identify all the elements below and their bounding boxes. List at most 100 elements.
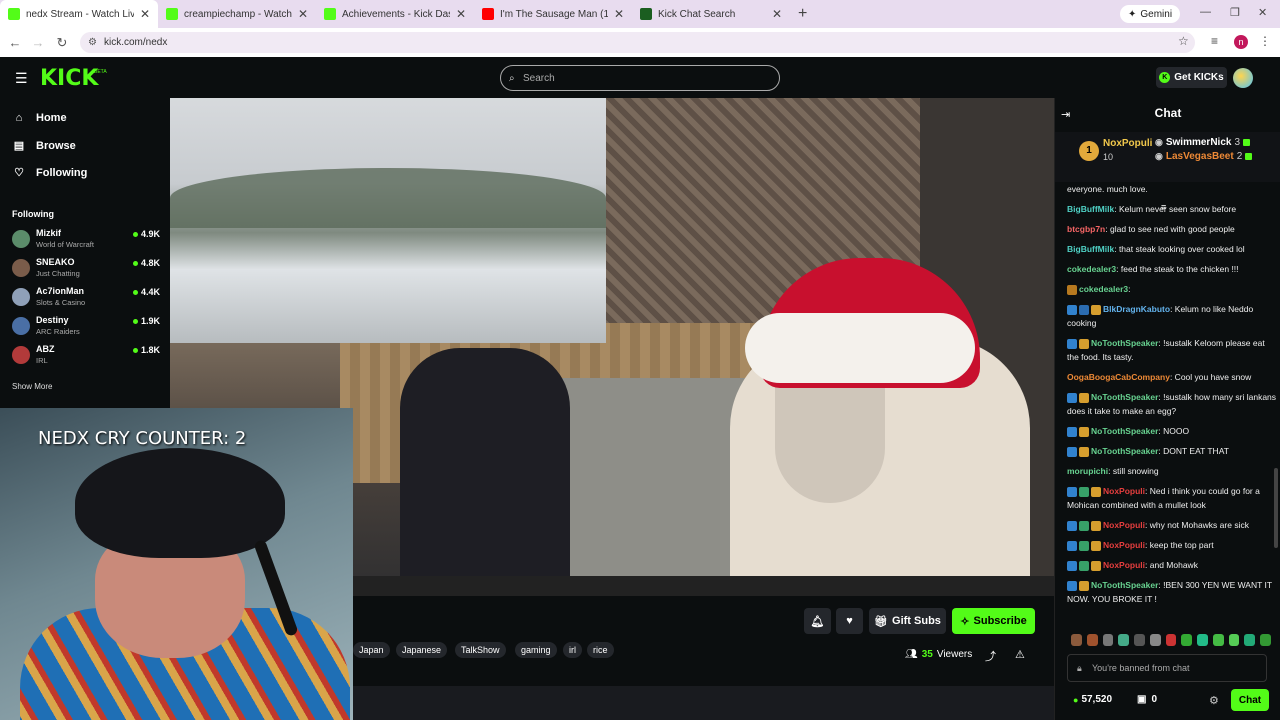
- chat-username[interactable]: NoxPopuli: [1103, 540, 1145, 550]
- chat-username[interactable]: NoToothSpeaker: [1091, 338, 1158, 348]
- close-window-icon[interactable]: ✕: [1258, 6, 1267, 19]
- chat-badge-icon[interactable]: [1079, 392, 1089, 403]
- chat-badge-icon[interactable]: [1079, 560, 1089, 571]
- leaderboard-top-name[interactable]: NoxPopuli: [1103, 138, 1152, 149]
- emote-icon[interactable]: [1197, 634, 1208, 646]
- emote-icon[interactable]: [1260, 634, 1271, 646]
- chat-username[interactable]: NoxPopuli: [1103, 560, 1145, 570]
- maximize-icon[interactable]: ❐: [1230, 6, 1240, 19]
- chat-username[interactable]: NoxPopuli: [1103, 520, 1145, 530]
- followed-channel[interactable]: ABZ IRL 1.8K: [12, 344, 160, 370]
- kick-logo[interactable]: KICK: [40, 66, 98, 91]
- site-info-icon[interactable]: ⚙: [88, 37, 97, 48]
- stream-tag[interactable]: irl: [563, 642, 582, 658]
- media-control-icon[interactable]: ≡: [1211, 34, 1218, 48]
- chat-badge-icon[interactable]: [1079, 426, 1089, 437]
- leaderboard-entry[interactable]: ◉ SwimmerNick 3: [1155, 137, 1251, 148]
- sidebar-item-home[interactable]: ⌂ Home: [12, 112, 67, 124]
- secondary-balance[interactable]: ▣ 0: [1137, 694, 1157, 705]
- followed-channel[interactable]: Ac7ionMan Slots & Casino 4.4K: [12, 286, 160, 312]
- url-field[interactable]: ⚙ kick.com/nedx: [80, 32, 1195, 53]
- stream-tag[interactable]: Japanese: [396, 642, 448, 658]
- chat-badge-icon[interactable]: [1067, 446, 1077, 457]
- menu-icon[interactable]: ☰: [15, 70, 28, 87]
- emote-icon[interactable]: [1165, 634, 1177, 646]
- chat-username[interactable]: BigBuffMilk: [1067, 244, 1114, 254]
- chat-badge-icon[interactable]: [1067, 580, 1077, 591]
- browser-tab[interactable]: I'm The Sausage Man (1990) - Y ✕: [474, 0, 632, 28]
- chat-badge-icon[interactable]: [1079, 580, 1089, 591]
- chat-badge-icon[interactable]: [1079, 520, 1089, 531]
- chat-badge-icon[interactable]: [1079, 486, 1089, 497]
- chat-username[interactable]: NoToothSpeaker: [1091, 580, 1158, 590]
- follow-button[interactable]: ♥: [836, 608, 863, 634]
- kicks-balance[interactable]: ● 57,520: [1073, 694, 1112, 705]
- chat-username[interactable]: NoToothSpeaker: [1091, 426, 1158, 436]
- chat-badge-icon[interactable]: [1067, 540, 1077, 551]
- chat-badge-icon[interactable]: [1067, 486, 1077, 497]
- close-tab-icon[interactable]: ✕: [456, 7, 466, 21]
- share-icon[interactable]: ⤴: [985, 648, 996, 664]
- close-tab-icon[interactable]: ✕: [298, 7, 308, 21]
- close-tab-icon[interactable]: ✕: [140, 7, 150, 21]
- close-tab-icon[interactable]: ✕: [614, 7, 624, 21]
- chat-username[interactable]: NoxPopuli: [1103, 486, 1145, 496]
- followed-channel[interactable]: Destiny ARC Raiders 1.9K: [12, 315, 160, 341]
- chat-username[interactable]: cokedealer3: [1079, 284, 1128, 294]
- emote-icon[interactable]: [1149, 634, 1161, 646]
- followed-channel[interactable]: SNEAKO Just Chatting 4.8K: [12, 257, 160, 283]
- gift-subs-button[interactable]: 🎁︎ Gift Subs: [869, 608, 946, 634]
- stream-tag[interactable]: rice: [587, 642, 614, 658]
- chat-badge-icon[interactable]: [1079, 540, 1089, 551]
- report-icon[interactable]: ⚠: [1015, 648, 1025, 661]
- stream-tag[interactable]: TalkShow: [455, 642, 506, 658]
- reload-icon[interactable]: ↻: [50, 35, 74, 51]
- chat-badge-icon[interactable]: [1067, 520, 1077, 531]
- browser-tab[interactable]: Kick Chat Search ✕: [632, 0, 790, 28]
- chat-badge-icon[interactable]: [1091, 560, 1101, 571]
- emote-icon[interactable]: [1134, 634, 1145, 646]
- chat-badge-icon[interactable]: [1091, 304, 1101, 315]
- minimize-icon[interactable]: —: [1200, 6, 1211, 18]
- bookmark-star-icon[interactable]: ☆: [1178, 34, 1189, 48]
- chat-username[interactable]: morupichi: [1067, 466, 1108, 476]
- browser-tab[interactable]: Achievements - Kick Dashboard ✕: [316, 0, 474, 28]
- browser-tab[interactable]: creampiechamp - Watch the VO ✕: [158, 0, 316, 28]
- chat-badge-icon[interactable]: [1067, 284, 1077, 295]
- emote-icon[interactable]: [1244, 634, 1256, 646]
- back-icon[interactable]: ←: [3, 35, 27, 50]
- user-avatar[interactable]: [1233, 68, 1253, 88]
- profile-avatar[interactable]: n: [1234, 35, 1248, 49]
- close-tab-icon[interactable]: ✕: [772, 7, 782, 21]
- new-tab-button[interactable]: +: [798, 5, 807, 23]
- search-input[interactable]: ⌕ Search: [500, 65, 780, 91]
- chat-badge-icon[interactable]: [1067, 426, 1077, 437]
- chat-badge-icon[interactable]: [1079, 304, 1089, 315]
- chat-badge-icon[interactable]: [1067, 560, 1077, 571]
- sidebar-item-following[interactable]: ♡ Following: [12, 166, 87, 180]
- chat-username[interactable]: NoToothSpeaker: [1091, 392, 1158, 402]
- chat-badge-icon[interactable]: [1067, 338, 1077, 349]
- forward-icon[interactable]: →: [26, 35, 50, 50]
- emote-icon[interactable]: [1228, 634, 1240, 646]
- chat-username[interactable]: BlkDragnKabuto: [1103, 304, 1170, 314]
- emote-icon[interactable]: [1118, 634, 1130, 646]
- notification-bell-button[interactable]: 🔔︎: [804, 608, 831, 634]
- chat-badge-icon[interactable]: [1091, 520, 1101, 531]
- chat-username[interactable]: OogaBoogaCabCompany: [1067, 372, 1170, 382]
- chat-username[interactable]: NoToothSpeaker: [1091, 446, 1158, 456]
- emote-icon[interactable]: [1086, 634, 1098, 646]
- stream-tag[interactable]: gaming: [515, 642, 557, 658]
- chat-badge-icon[interactable]: [1067, 392, 1077, 403]
- emote-icon[interactable]: [1181, 634, 1193, 646]
- sidebar-item-browse[interactable]: ▤ Browse: [12, 139, 76, 153]
- stream-tag[interactable]: Japan: [353, 642, 390, 658]
- emote-icon[interactable]: [1102, 634, 1114, 646]
- get-kicks-button[interactable]: K Get KICKs: [1156, 67, 1227, 88]
- emote-icon[interactable]: [1071, 634, 1082, 646]
- chat-username[interactable]: BigBuffMilk: [1067, 204, 1114, 214]
- chat-badge-icon[interactable]: [1091, 486, 1101, 497]
- chat-send-button[interactable]: Chat: [1231, 689, 1269, 711]
- browser-tab[interactable]: nedx Stream - Watch Live on K ✕: [0, 0, 158, 28]
- chat-badge-icon[interactable]: [1079, 446, 1089, 457]
